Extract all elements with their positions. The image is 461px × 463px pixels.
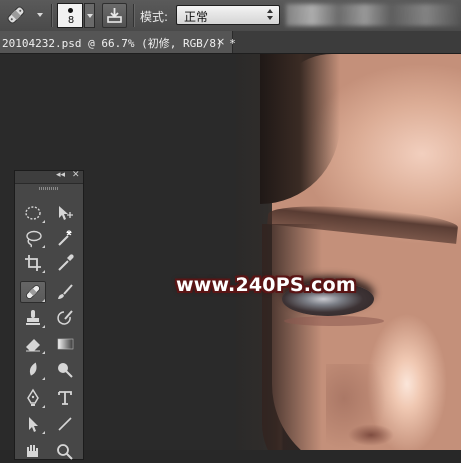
- healing-brush-icon: [7, 6, 43, 24]
- dodge-tool[interactable]: [52, 359, 78, 381]
- pen-tool-icon: [27, 388, 39, 406]
- watermark-text: www.240PS.com: [176, 274, 356, 296]
- marquee-tool[interactable]: [20, 202, 46, 224]
- move-tool[interactable]: [52, 202, 78, 224]
- zoom-tool[interactable]: [52, 441, 78, 463]
- type-tool[interactable]: [52, 387, 78, 409]
- path-selection-tool[interactable]: [20, 413, 46, 435]
- clone-stamp-tool[interactable]: [20, 307, 46, 329]
- canvas-photo[interactable]: [236, 54, 461, 450]
- eraser-tool[interactable]: [20, 333, 46, 355]
- zoom-tool-icon: [57, 444, 73, 460]
- mode-select-value: 正常: [184, 10, 209, 24]
- separator: [51, 4, 53, 27]
- brush-tool-icon: [58, 284, 73, 299]
- history-brush-tool[interactable]: [52, 307, 78, 329]
- select-arrows-icon: [267, 9, 274, 21]
- document-tab-bar: 20104232.psd @ 66.7% (初修, RGB/8) * ×: [0, 31, 461, 54]
- blur-tool[interactable]: [20, 359, 46, 381]
- history-brush-tool-icon: [57, 310, 73, 325]
- crop-tool[interactable]: [20, 252, 46, 274]
- healing-brush-tool[interactable]: [20, 281, 46, 303]
- brush-tip-icon: [68, 8, 73, 13]
- crop-tool-icon: [25, 255, 41, 271]
- lower-eyelid: [284, 316, 384, 326]
- chevron-down-icon: [37, 13, 43, 17]
- tools-panel: ◂◂ ✕: [14, 170, 84, 460]
- panel-header[interactable]: ◂◂ ✕: [15, 170, 83, 184]
- options-bar: 8 模式: 正常: [0, 0, 461, 32]
- obscured-options: [286, 4, 461, 26]
- dodge-tool-icon: [58, 363, 73, 378]
- brush-preset-dropdown-button[interactable]: [84, 3, 95, 28]
- brush-preview: 8: [57, 3, 83, 28]
- blur-tool-icon: [29, 362, 37, 376]
- collapse-panel-button[interactable]: ◂◂: [56, 170, 65, 180]
- close-panel-button[interactable]: ✕: [72, 170, 80, 180]
- mode-select[interactable]: 正常: [176, 5, 280, 25]
- hand-tool[interactable]: [20, 441, 46, 463]
- sample-all-layers-button[interactable]: [102, 3, 127, 28]
- separator: [133, 4, 135, 27]
- eyedropper-tool-icon: [58, 254, 74, 271]
- path-selection-tool-icon: [29, 417, 38, 432]
- nostril: [348, 424, 394, 446]
- brush-preset-picker[interactable]: 8: [57, 3, 95, 28]
- magic-wand-tool-icon: [58, 230, 72, 246]
- document-tab-title: 20104232.psd @ 66.7% (初修, RGB/8) *: [2, 37, 236, 50]
- gradient-tool-icon: [57, 338, 74, 350]
- panel-grip-handle[interactable]: [39, 187, 59, 190]
- move-tool-icon: [59, 206, 73, 220]
- lasso-tool-icon: [26, 230, 42, 248]
- lasso-tool[interactable]: [20, 227, 46, 249]
- face-shadow: [262, 224, 322, 450]
- tool-preset-picker[interactable]: [2, 4, 46, 26]
- marquee-tool-icon: [25, 206, 41, 220]
- brush-tool[interactable]: [52, 281, 78, 303]
- type-tool-icon: [58, 391, 72, 405]
- download-tray-icon: [107, 8, 122, 23]
- healing-brush-tool-icon: [26, 285, 40, 299]
- document-tab[interactable]: 20104232.psd @ 66.7% (初修, RGB/8) * ×: [0, 31, 236, 53]
- line-tool-icon: [58, 417, 72, 431]
- pen-tool[interactable]: [20, 387, 46, 409]
- eraser-tool-icon: [26, 339, 40, 352]
- gradient-tool[interactable]: [52, 333, 78, 355]
- magic-wand-tool[interactable]: [52, 227, 78, 249]
- eyedropper-tool[interactable]: [52, 252, 78, 274]
- clone-stamp-tool-icon: [26, 310, 40, 325]
- close-document-button[interactable]: ×: [216, 35, 225, 48]
- mode-label: 模式:: [140, 10, 169, 24]
- line-tool[interactable]: [52, 413, 78, 435]
- brush-size-value: 8: [67, 15, 75, 26]
- hand-tool-icon: [27, 445, 38, 457]
